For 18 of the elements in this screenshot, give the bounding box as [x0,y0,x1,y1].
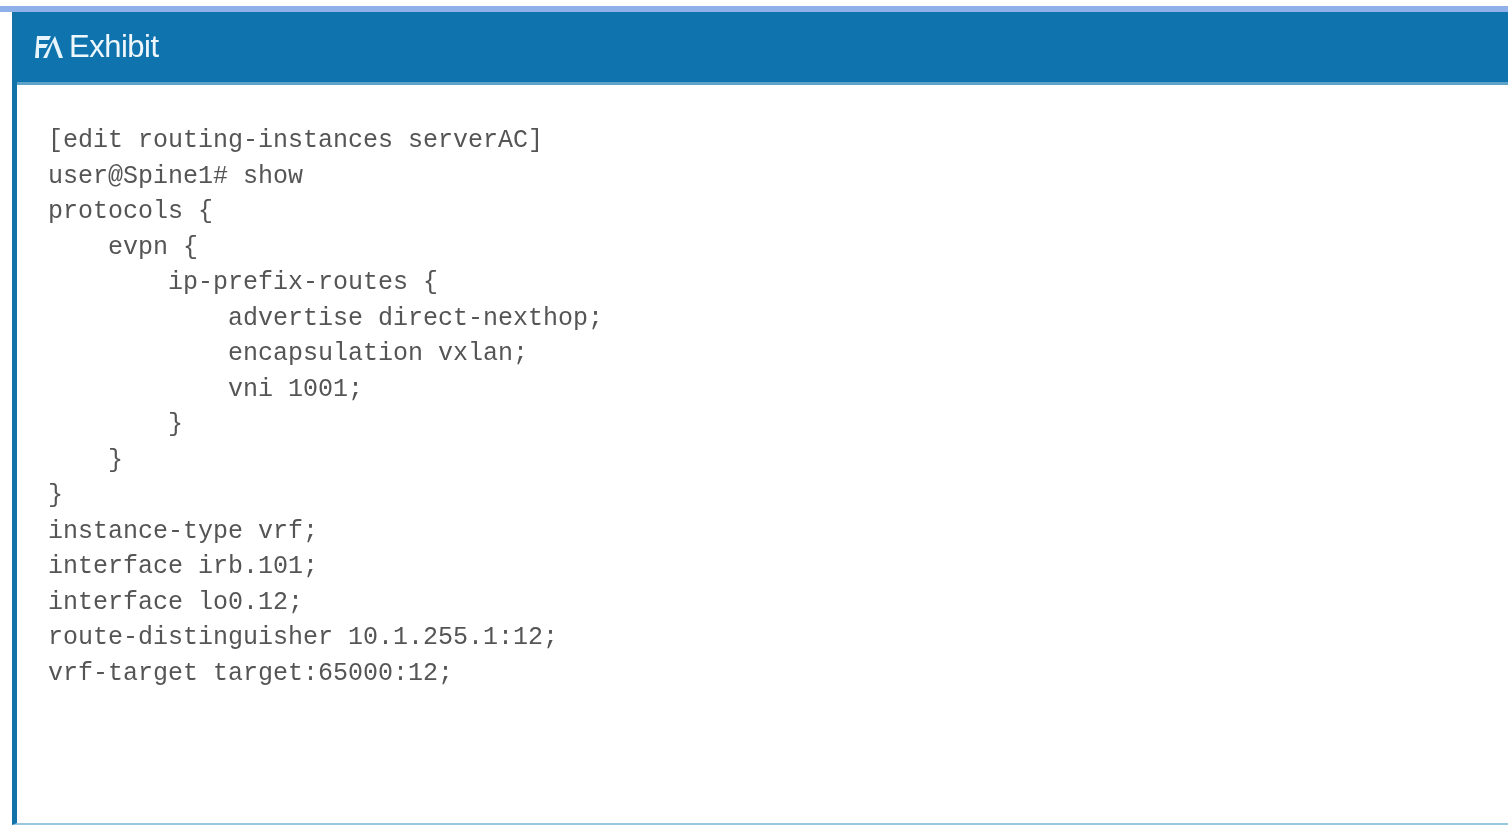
code-line: [edit routing-instances serverAC] [48,125,544,157]
code-line: ip-prefix-routes { [167,267,439,299]
code-line: advertise direct-nexthop; [227,302,604,335]
code-line: interface irb.101; [48,551,319,583]
code-line: } [107,444,123,477]
code-line: } [167,409,184,441]
exhibit-icon [33,34,63,60]
code-line: user@Spine1# show [48,160,304,193]
code-line: protocols { [48,196,214,228]
code-line: vni 1001; [227,373,364,406]
code-line: } [48,480,63,512]
code-line: vrf-target target:65000:12; [48,657,454,690]
code-line: interface lo0.12; [48,586,304,619]
window-title: Exhibit [69,29,159,65]
code-line: route-distinguisher 10.1.255.1:12; [48,622,559,654]
code-line: instance-type vrf; [48,515,319,548]
code-line: evpn { [107,231,199,264]
code-line: encapsulation vxlan; [227,338,529,370]
